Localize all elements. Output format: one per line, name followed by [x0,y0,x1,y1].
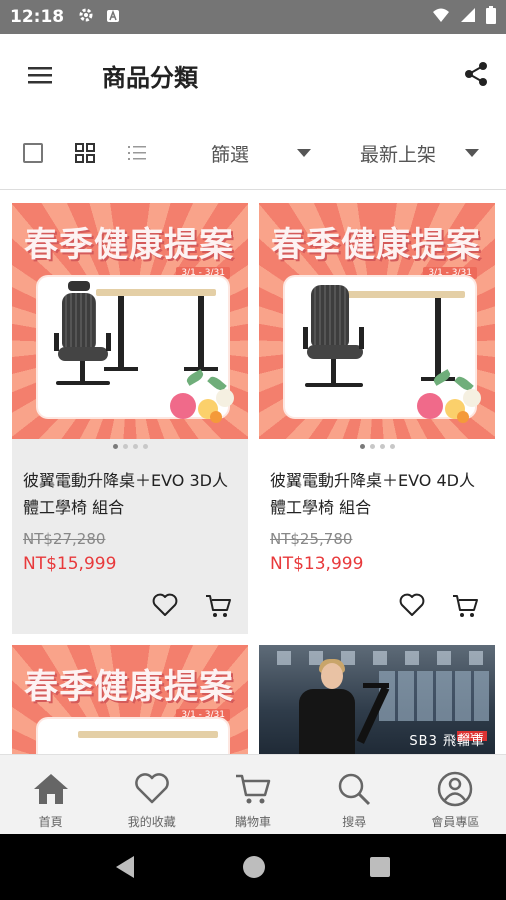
carousel-dots [259,444,495,454]
original-price: NT$25,780 [270,530,353,548]
system-navigation-bar [0,834,506,900]
grid-view-button[interactable] [74,142,96,164]
product-name[interactable]: 彼翼電動升降桌＋EVO 4D人體工學椅 組合 [270,467,486,523]
status-time: 12:18 [10,7,65,27]
nav-item-home[interactable]: 首頁 [0,755,101,834]
list-icon [128,146,146,160]
nav-label: 搜尋 [342,815,367,829]
filter-toolbar: 篩選 最新上架 [0,116,506,190]
add-to-cart-button[interactable] [451,593,479,619]
sale-price: NT$13,999 [270,554,364,574]
list-view-button[interactable] [126,142,148,164]
home-button-icon[interactable] [243,856,265,878]
bottom-navigation: 首頁 我的收藏 購物車 搜尋 會員專區 [0,754,506,834]
cart-icon [234,771,272,807]
select-all-checkbox[interactable] [23,143,43,163]
filter-dropdown-arrow-icon[interactable] [297,149,311,157]
banner-label: SB3 飛輪車 [409,734,485,749]
add-to-cart-button[interactable] [204,593,232,619]
nav-item-member[interactable]: 會員專區 [405,755,506,834]
status-bar: 12:18 [0,0,506,34]
recent-apps-icon[interactable] [370,857,390,877]
user-icon [436,771,474,807]
wifi-icon [432,7,450,27]
product-grid: 春季健康提案 3/1 - 3/31 彼翼電動升降桌＋EVO 3D人體工學椅 組合… [0,191,506,754]
hamburger-menu-icon [28,67,52,84]
banner-title: 春季健康提案 [24,667,234,707]
nav-item-cart[interactable]: 購物車 [202,755,303,834]
cart-icon [453,595,478,617]
add-to-favorites-button[interactable] [152,593,178,619]
product-photo [38,277,228,417]
sort-dropdown-arrow-icon[interactable] [465,149,479,157]
settings-gear-icon [78,7,94,27]
sort-dropdown-label[interactable]: 最新上架 [360,140,436,167]
product-card[interactable]: K919E SB3 飛輪車 [259,645,495,754]
cart-icon [206,595,231,617]
nav-item-search[interactable]: 搜尋 [304,755,405,834]
search-icon [335,771,373,807]
home-icon [32,771,70,807]
nav-label: 會員專區 [431,815,480,829]
page-title: 商品分類 [102,64,198,92]
signal-icon [460,7,476,27]
heart-icon [399,593,425,616]
banner-title: 春季健康提案 [271,225,481,265]
product-banner-image[interactable]: 春季健康提案 3/1 - 3/31 [12,645,248,754]
app-bar: 商品分類 [0,34,506,116]
product-name[interactable]: 彼翼電動升降桌＋EVO 3D人體工學椅 組合 [23,467,239,523]
nav-label: 購物車 [235,815,272,829]
battery-icon [486,6,496,28]
carousel-dots [12,444,248,454]
filter-dropdown-label[interactable]: 篩選 [211,140,249,167]
product-banner-image[interactable]: K919E SB3 飛輪車 [259,645,495,754]
product-photo [38,719,228,754]
share-button[interactable] [460,58,492,90]
nav-label: 我的收藏 [127,815,176,829]
nav-label: 首頁 [38,815,63,829]
product-banner-image[interactable]: 春季健康提案 3/1 - 3/31 [259,203,495,439]
nav-item-favorites[interactable]: 我的收藏 [101,755,202,834]
grid-icon [75,143,95,163]
menu-button[interactable] [22,60,58,90]
back-icon[interactable] [114,854,136,884]
share-icon [465,62,487,86]
banner-title: 春季健康提案 [24,225,234,265]
product-banner-image[interactable]: 春季健康提案 3/1 - 3/31 [12,203,248,439]
sale-price: NT$15,999 [23,554,117,574]
add-to-favorites-button[interactable] [399,593,425,619]
product-card[interactable]: 春季健康提案 3/1 - 3/31 彼翼電動升降桌＋EVO 4D人體工學椅 組合… [259,203,495,634]
product-card[interactable]: 春季健康提案 3/1 - 3/31 [12,645,248,754]
product-card[interactable]: 春季健康提案 3/1 - 3/31 [12,203,248,634]
original-price: NT$27,280 [23,530,106,548]
product-photo [285,277,475,417]
app-notification-icon [106,8,120,27]
heart-icon [133,771,171,807]
heart-icon [152,593,178,616]
